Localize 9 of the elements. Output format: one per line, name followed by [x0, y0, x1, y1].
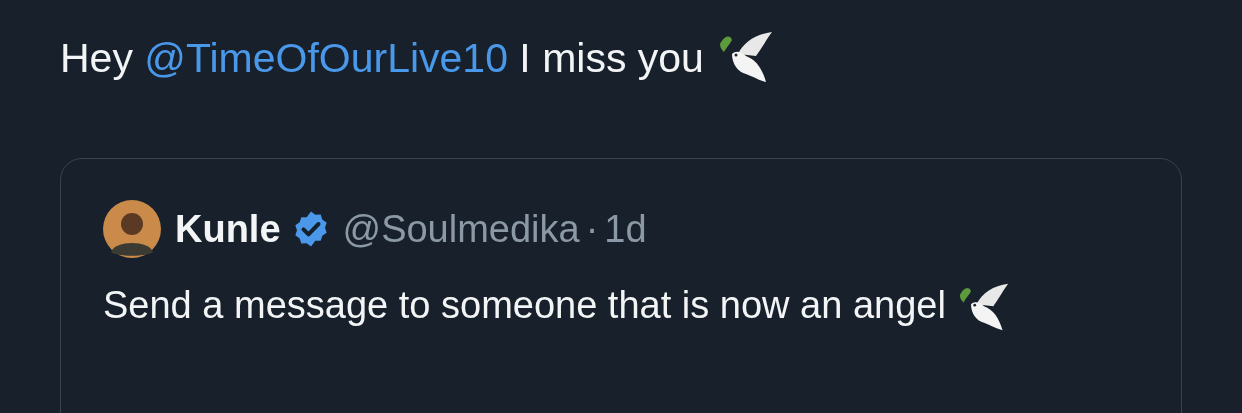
author-handle[interactable]: @Soulmedika [342, 207, 580, 251]
mention-link[interactable]: @TimeOfOurLive10 [144, 34, 508, 81]
author-name[interactable]: Kunle [175, 207, 281, 251]
quote-card[interactable]: Kunle @Soulmedika·1d Send a message to someone that is now an angel [60, 158, 1182, 413]
avatar [103, 200, 161, 258]
tweet-text: Hey @TimeOfOurLive10 I miss you [60, 34, 704, 82]
quote-text: Send a message to someone that is now an angel [103, 284, 946, 326]
post-time[interactable]: 1d [604, 207, 647, 251]
separator: · [585, 207, 599, 251]
